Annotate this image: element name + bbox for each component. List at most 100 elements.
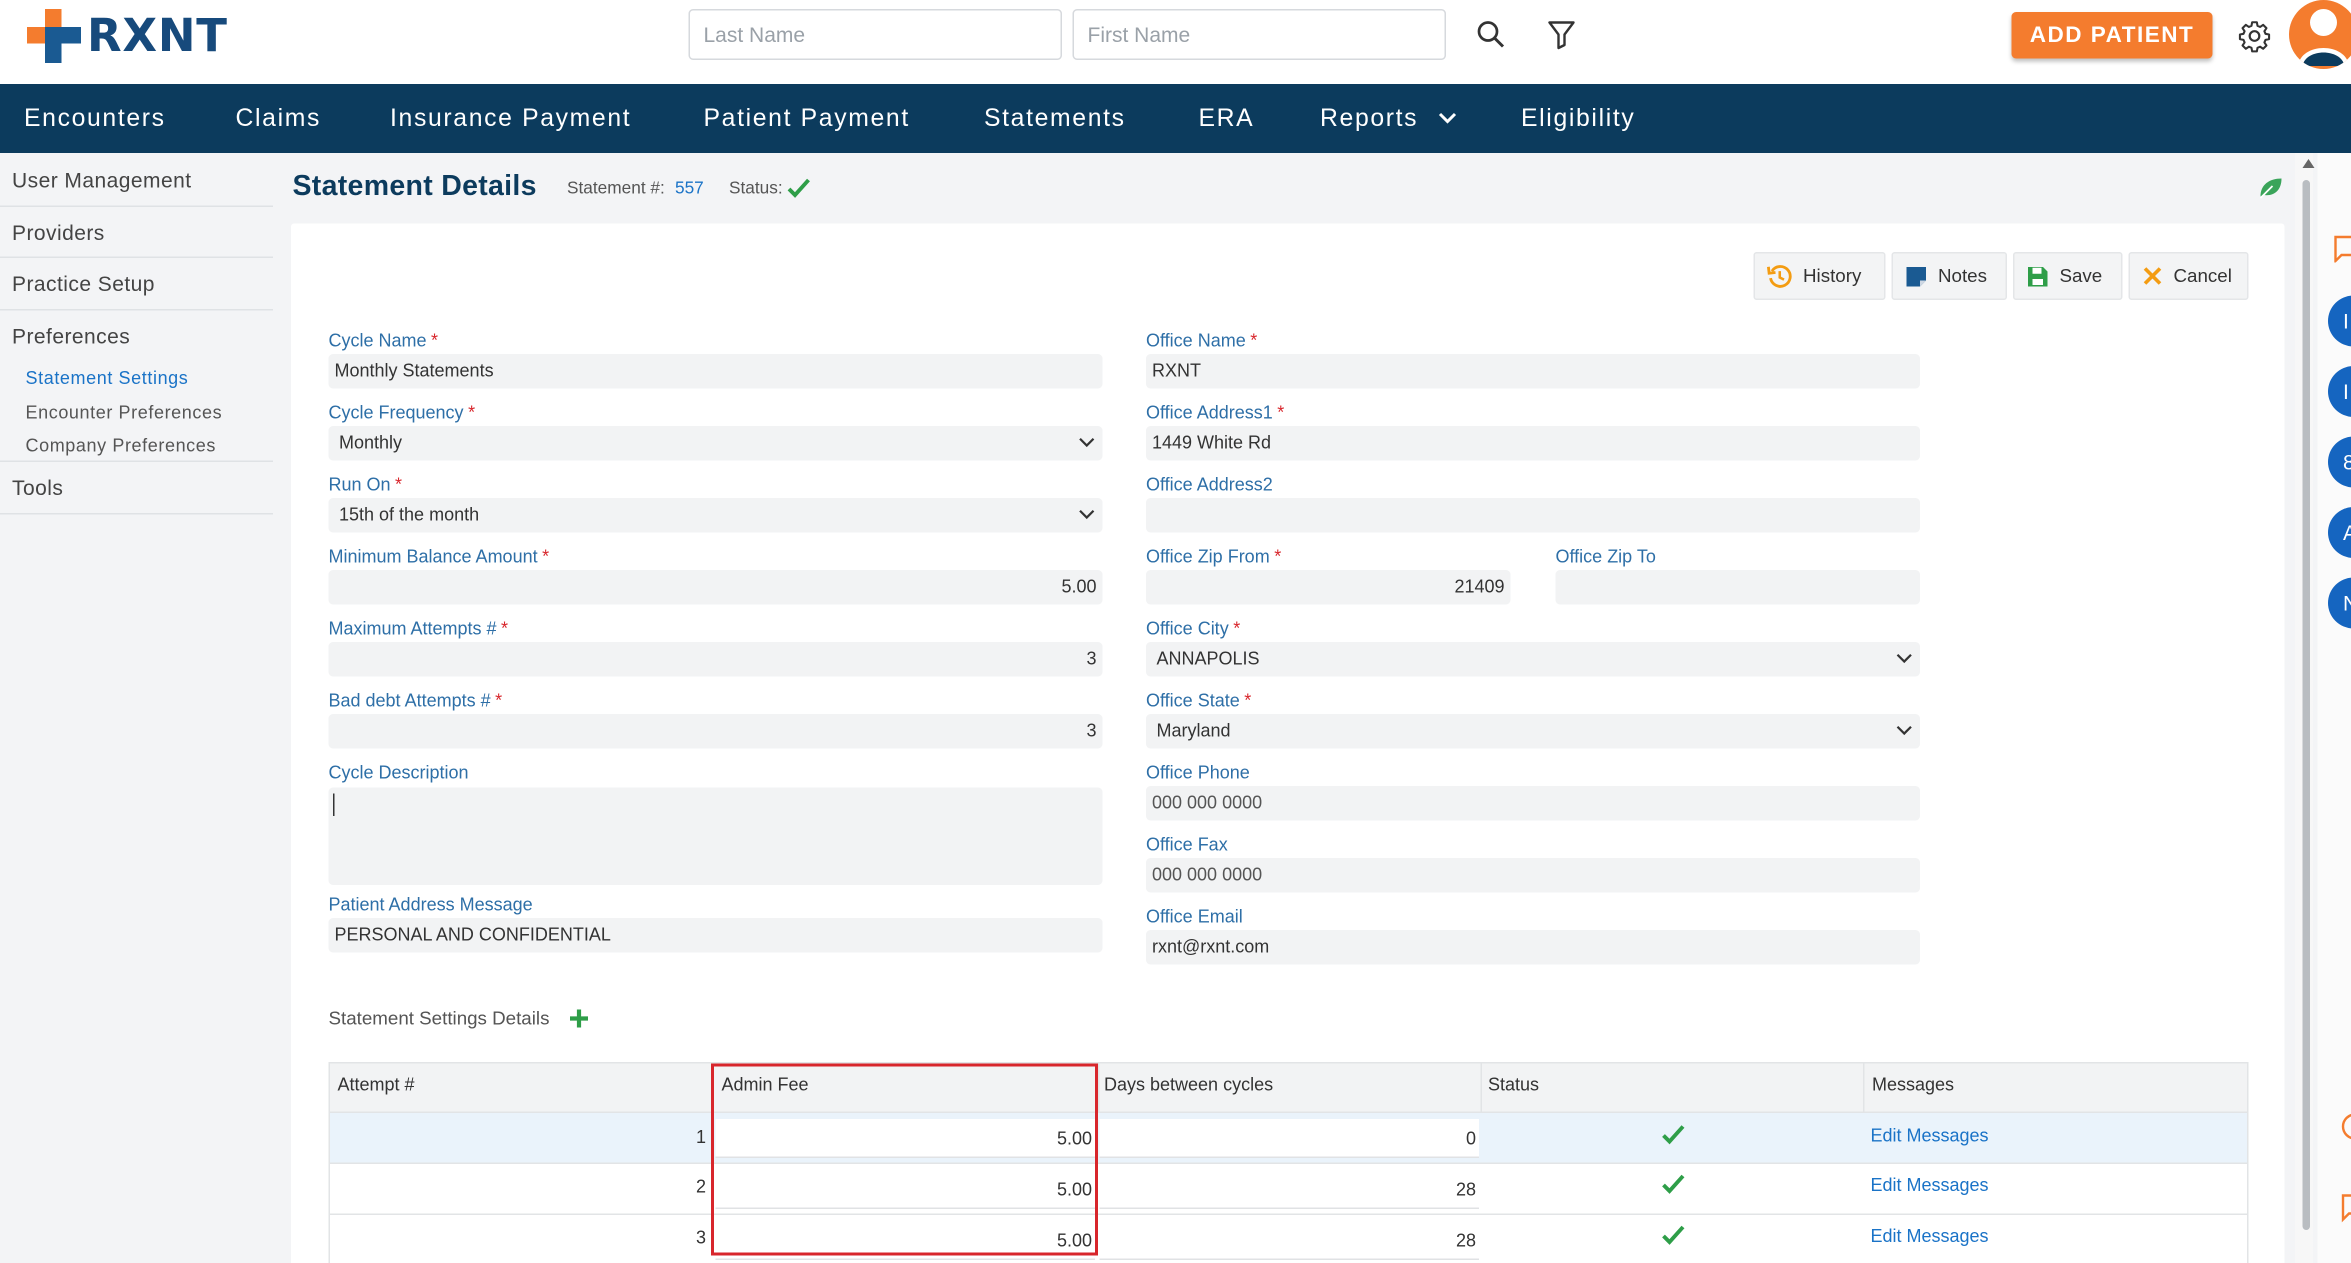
sidebar-divider [0, 460, 273, 462]
sidebar-divider [0, 205, 273, 207]
nav-statements[interactable]: Statements [984, 84, 1126, 153]
nav-era[interactable]: ERA [1199, 84, 1255, 153]
edit-messages-link[interactable]: Edit Messages [1871, 1226, 1989, 1247]
history-button[interactable]: History [1753, 252, 1886, 300]
status-label: Status: [729, 180, 783, 198]
edit-messages-link[interactable]: Edit Messages [1871, 1175, 1989, 1196]
required-mark: * [495, 690, 503, 711]
required-mark: * [1250, 330, 1258, 351]
office-address1-label: Office Address1 * [1146, 402, 1284, 423]
page-title: Statement Details [292, 171, 537, 203]
notes-button[interactable]: Notes [1891, 252, 2007, 300]
column-separator [1480, 1063, 1482, 1115]
status-check-icon [1662, 1174, 1685, 1194]
minimum-balance-label: Minimum Balance Amount * [329, 546, 550, 567]
add-patient-button[interactable]: ADD PATIENT [2011, 12, 2213, 59]
scroll-up-icon[interactable] [2302, 159, 2315, 168]
office-fax-field[interactable]: 000 000 0000 [1146, 858, 1920, 893]
office-address2-field[interactable] [1146, 498, 1920, 533]
office-state-label: Office State * [1146, 690, 1251, 711]
clock-icon[interactable] [2340, 1107, 2351, 1146]
chat-bubble-icon[interactable] [2333, 235, 2351, 263]
plus-cross-icon [27, 9, 81, 63]
first-name-input[interactable] [1072, 9, 1446, 60]
floppy-disk-icon [2028, 266, 2048, 286]
sidebar-item-providers[interactable]: Providers [0, 221, 273, 245]
cycle-frequency-select[interactable]: Monthly [328, 426, 1103, 461]
days-between-input[interactable]: 28 [1099, 1170, 1479, 1209]
office-email-field[interactable]: rxnt@rxnt.com [1146, 930, 1920, 965]
nav-patient-payment[interactable]: Patient Payment [704, 84, 910, 153]
note-icon [1906, 266, 1926, 286]
office-state-select[interactable]: Maryland [1146, 714, 1920, 749]
sidebar-subitem-company-preferences[interactable]: Company Preferences [26, 435, 217, 456]
table-row[interactable]: 1 5.00 0 Edit Messages [328, 1113, 2249, 1164]
sidebar-item-tools[interactable]: Tools [0, 476, 273, 500]
office-city-select[interactable]: ANNAPOLIS [1146, 642, 1920, 677]
user-avatar[interactable] [2289, 0, 2351, 69]
nav-eligibility[interactable]: Eligibility [1521, 84, 1635, 153]
sidebar-item-label: Providers [12, 220, 105, 245]
office-zip-from-label: Office Zip From * [1146, 546, 1281, 567]
edit-messages-link[interactable]: Edit Messages [1871, 1125, 1989, 1146]
sidebar-item-label: Practice Setup [12, 271, 155, 296]
nav-insurance-payment[interactable]: Insurance Payment [390, 84, 631, 153]
minimum-balance-field[interactable]: 5.00 [328, 570, 1103, 605]
cycle-description-textarea[interactable] [328, 787, 1103, 885]
gear-icon[interactable] [2237, 18, 2273, 54]
last-name-input[interactable] [688, 9, 1062, 60]
cancel-button[interactable]: Cancel [2128, 252, 2249, 300]
status-check-icon [1662, 1125, 1685, 1145]
filter-icon[interactable] [1545, 18, 1578, 51]
required-mark: * [395, 474, 403, 495]
required-mark: * [501, 618, 509, 639]
rxnt-logo[interactable]: RXNT [27, 9, 228, 63]
office-address1-field[interactable]: 1449 White Rd [1146, 426, 1920, 461]
save-button[interactable]: Save [2013, 252, 2123, 300]
office-phone-field[interactable]: 000 000 0000 [1146, 786, 1920, 821]
save-label: Save [2059, 265, 2103, 287]
office-address2-label: Office Address2 [1146, 474, 1273, 495]
sidebar-item-label: Preferences [12, 324, 131, 348]
main-nav: Encounters Claims Insurance Payment Pati… [0, 84, 2351, 153]
nav-claims[interactable]: Claims [236, 84, 322, 153]
office-email-label: Office Email [1146, 906, 1243, 927]
required-mark: * [468, 402, 476, 423]
sidebar-subitem-statement-settings[interactable]: Statement Settings [26, 368, 189, 389]
message-icon[interactable] [2340, 1193, 2351, 1223]
sidebar-item-practice-setup[interactable]: Practice Setup [0, 272, 273, 296]
column-messages: Messages [1872, 1074, 1955, 1095]
chevron-down-icon [1896, 725, 1912, 736]
search-icon[interactable] [1475, 18, 1508, 51]
bad-debt-attempts-label: Bad debt Attempts # * [329, 690, 503, 711]
days-between-input[interactable]: 0 [1099, 1119, 1479, 1158]
scrollbar-thumb[interactable] [2302, 180, 2310, 1230]
maximum-attempts-field[interactable]: 3 [328, 642, 1103, 677]
nav-encounters[interactable]: Encounters [24, 84, 166, 153]
cancel-label: Cancel [2173, 265, 2232, 287]
sidebar-divider [0, 513, 273, 515]
office-name-field[interactable]: RXNT [1146, 354, 1920, 389]
sidebar-item-user-management[interactable]: User Management [0, 168, 273, 192]
label-text: Minimum Balance Amount [328, 546, 538, 567]
bad-debt-attempts-field[interactable]: 3 [328, 714, 1103, 749]
nav-reports[interactable]: Reports [1320, 84, 1457, 153]
sidebar-item-preferences[interactable]: Preferences [0, 324, 273, 348]
cycle-description-label: Cycle Description [328, 762, 469, 783]
label-text: Office State [1146, 690, 1240, 711]
cycle-name-field[interactable]: Monthly Statements [328, 354, 1103, 389]
statement-number: 557 [675, 180, 704, 198]
add-plus-icon[interactable] [569, 1008, 590, 1029]
cycle-frequency-label: Cycle Frequency * [329, 402, 476, 423]
required-mark: * [1277, 402, 1285, 423]
table-row[interactable]: 3 5.00 28 Edit Messages [328, 1215, 2249, 1263]
text-cursor [333, 793, 335, 816]
run-on-select[interactable]: 15th of the month [328, 498, 1103, 533]
office-zip-to-field[interactable] [1555, 570, 1920, 605]
patient-address-message-field[interactable]: PERSONAL AND CONFIDENTIAL [328, 918, 1103, 953]
sidebar-subitem-encounter-preferences[interactable]: Encounter Preferences [26, 402, 223, 423]
office-zip-from-field[interactable]: 21409 [1146, 570, 1511, 605]
table-row[interactable]: 2 5.00 28 Edit Messages [328, 1164, 2249, 1215]
days-between-input[interactable]: 28 [1099, 1221, 1479, 1260]
run-on-label: Run On * [329, 474, 403, 495]
